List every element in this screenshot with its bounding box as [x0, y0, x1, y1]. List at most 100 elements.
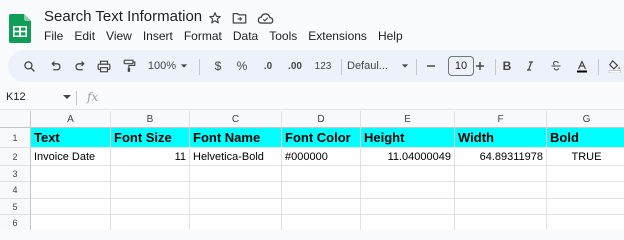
cell-c1[interactable]: Font Name — [190, 128, 282, 148]
sheets-logo-icon[interactable] — [9, 14, 31, 43]
empty-cell[interactable] — [547, 166, 624, 182]
row-header-5[interactable]: 5 — [0, 199, 31, 215]
spreadsheet-app: Search Text Information File Edit View I… — [0, 0, 624, 230]
cell-g2[interactable]: TRUE — [547, 148, 624, 166]
column-header-b[interactable]: B — [111, 111, 190, 128]
formula-bar: K12 fx — [0, 86, 624, 110]
empty-cell[interactable] — [31, 199, 111, 215]
font-family-select[interactable]: Defaul... — [347, 55, 409, 77]
menu-help[interactable]: Help — [378, 28, 403, 46]
title-bar: Search Text Information File Edit View I… — [0, 0, 624, 50]
empty-cell[interactable] — [190, 166, 282, 182]
column-header-d[interactable]: D — [282, 111, 361, 128]
empty-cell[interactable] — [31, 182, 111, 199]
empty-cell[interactable] — [547, 199, 624, 215]
bold-button[interactable]: B — [499, 55, 515, 77]
empty-cell[interactable] — [547, 215, 624, 230]
menu-format[interactable]: Format — [184, 28, 222, 46]
cell-e1[interactable]: Height — [361, 128, 455, 148]
empty-cell[interactable] — [111, 199, 190, 215]
empty-cell[interactable] — [190, 215, 282, 230]
menu-data[interactable]: Data — [233, 28, 258, 46]
empty-cell[interactable] — [455, 199, 547, 215]
number-format-button[interactable]: 123 — [312, 55, 334, 77]
cell-b2[interactable]: 11 — [111, 148, 190, 166]
cell-d1[interactable]: Font Color — [282, 128, 361, 148]
fill-color-button[interactable] — [606, 55, 624, 77]
empty-cell[interactable] — [455, 182, 547, 199]
undo-icon[interactable] — [46, 55, 64, 77]
column-header-e[interactable]: E — [361, 111, 455, 128]
plus-icon — [476, 62, 484, 70]
empty-cell[interactable] — [282, 166, 361, 182]
cell-a1[interactable]: Text — [31, 128, 111, 148]
empty-cell[interactable] — [361, 166, 455, 182]
cell-g1[interactable]: Bold — [547, 128, 624, 148]
star-icon[interactable] — [206, 9, 224, 27]
empty-cell[interactable] — [361, 199, 455, 215]
print-icon[interactable] — [95, 55, 113, 77]
row-header-3[interactable]: 3 — [0, 166, 31, 182]
zoom-value: 100% — [147, 60, 177, 72]
toolbar: 100% $ % .0 .00 123 Defaul... 10 B — [8, 50, 624, 82]
cell-b1[interactable]: Font Size — [111, 128, 190, 148]
empty-cell[interactable] — [31, 166, 111, 182]
menu-extensions[interactable]: Extensions — [308, 28, 367, 46]
format-currency-button[interactable]: $ — [210, 55, 226, 77]
empty-cell[interactable] — [282, 215, 361, 230]
cell-f1[interactable]: Width — [455, 128, 547, 148]
row-header-2[interactable]: 2 — [0, 148, 31, 166]
menu-view[interactable]: View — [106, 28, 132, 46]
empty-cell[interactable] — [547, 182, 624, 199]
row-header-6[interactable]: 6 — [0, 215, 31, 230]
column-header-c[interactable]: C — [190, 111, 282, 128]
cell-e2[interactable]: 11.04000049 — [361, 148, 455, 166]
empty-cell[interactable] — [282, 182, 361, 199]
decrease-font-size-button[interactable] — [423, 55, 439, 77]
empty-cell[interactable] — [190, 182, 282, 199]
empty-cell[interactable] — [111, 215, 190, 230]
menu-insert[interactable]: Insert — [143, 28, 173, 46]
menu-edit[interactable]: Edit — [74, 28, 95, 46]
column-header-a[interactable]: A — [31, 111, 111, 128]
increase-decimal-button[interactable]: .00 — [284, 55, 306, 77]
menu-file[interactable]: File — [44, 28, 63, 46]
empty-cell[interactable] — [111, 182, 190, 199]
redo-icon[interactable] — [71, 55, 89, 77]
cell-a2[interactable]: Invoice Date — [31, 148, 111, 166]
column-header-g[interactable]: G — [547, 111, 624, 128]
cloud-saved-icon[interactable] — [256, 9, 274, 27]
menu-tools[interactable]: Tools — [269, 28, 297, 46]
row-header-1[interactable]: 1 — [0, 128, 31, 148]
column-header-f[interactable]: F — [455, 111, 547, 128]
strikethrough-button[interactable] — [548, 55, 564, 77]
decrease-decimal-button[interactable]: .0 — [258, 55, 278, 77]
empty-cell[interactable] — [361, 182, 455, 199]
empty-cell[interactable] — [190, 199, 282, 215]
select-all-corner[interactable] — [0, 111, 31, 128]
paint-format-icon[interactable] — [120, 55, 138, 77]
row-header-4[interactable]: 4 — [0, 182, 31, 199]
chevron-down-icon[interactable] — [62, 92, 72, 102]
italic-icon — [527, 61, 533, 71]
empty-cell[interactable] — [111, 166, 190, 182]
increase-font-size-button[interactable] — [472, 55, 488, 77]
text-color-button[interactable] — [574, 55, 590, 77]
move-folder-icon[interactable] — [230, 9, 248, 27]
cell-d2[interactable]: #000000 — [282, 148, 361, 166]
name-box[interactable]: K12 — [6, 91, 26, 103]
search-menus-icon[interactable] — [20, 55, 38, 77]
italic-button[interactable] — [522, 55, 538, 77]
format-percent-button[interactable]: % — [234, 55, 250, 77]
font-size-input[interactable]: 10 — [448, 56, 474, 76]
empty-cell[interactable] — [455, 166, 547, 182]
formula-divider — [76, 91, 77, 105]
empty-cell[interactable] — [31, 215, 111, 230]
cell-c2[interactable]: Helvetica-Bold — [190, 148, 282, 166]
empty-cell[interactable] — [455, 215, 547, 230]
empty-cell[interactable] — [361, 215, 455, 230]
cell-f2[interactable]: 64.89311978 — [455, 148, 547, 166]
empty-cell[interactable] — [282, 199, 361, 215]
zoom-select[interactable]: 100% — [146, 55, 190, 77]
document-title[interactable]: Search Text Information — [44, 8, 202, 25]
